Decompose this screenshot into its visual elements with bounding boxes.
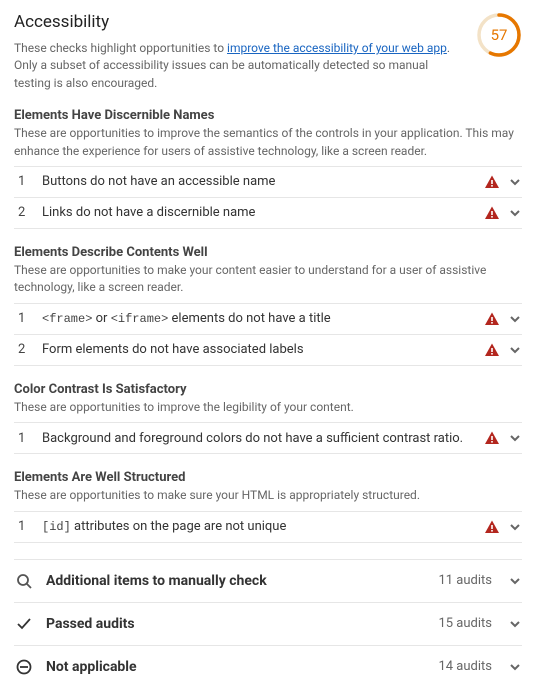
warning-icon [484,205,500,221]
chevron-down-icon [508,574,522,588]
section-description: These are opportunities to improve the l… [14,399,522,416]
item-number: 2 [14,342,42,357]
chevron-down-icon [508,343,522,357]
chevron-down-icon [508,520,522,534]
item-label: [id] attributes on the page are not uniq… [42,519,476,534]
section-description: These are opportunities to make sure you… [14,487,522,504]
warning-icon [484,342,500,358]
section-description: These are opportunities to improve the s… [14,125,522,160]
item-number: 2 [14,205,42,220]
audit-item[interactable]: 1<frame> or <iframe> elements do not hav… [14,303,522,334]
section-description: These are opportunities to make your con… [14,262,522,297]
warning-icon [484,430,500,446]
summary-label: Additional items to manually check [46,573,438,589]
page-description: These checks highlight opportunities to … [14,40,462,92]
chevron-down-icon [508,617,522,631]
warning-icon [484,311,500,327]
audit-item[interactable]: 1Buttons do not have an accessible name [14,166,522,197]
summary-row[interactable]: Additional items to manually check11 aud… [14,559,522,602]
chevron-down-icon [508,660,522,674]
na-icon [14,657,34,677]
warning-icon [484,519,500,535]
audit-item[interactable]: 1Background and foreground colors do not… [14,422,522,454]
audit-item[interactable]: 2Links do not have a discernible name [14,197,522,229]
page-title: Accessibility [14,12,462,32]
accessibility-link[interactable]: improve the accessibility of your web ap… [227,41,447,55]
item-label: Form elements do not have associated lab… [42,342,476,357]
item-number: 1 [14,431,42,446]
item-number: 1 [14,519,42,534]
section-title: Elements Have Discernible Names [14,108,522,123]
summary-row[interactable]: Passed audits15 audits [14,602,522,645]
chevron-down-icon [508,175,522,189]
chevron-down-icon [508,431,522,445]
audit-section: Elements Have Discernible Names These are… [14,108,522,229]
score-value: 57 [476,12,522,58]
summary-label: Passed audits [46,616,438,632]
item-label: Background and foreground colors do not … [42,431,476,446]
item-number: 1 [14,311,42,326]
audit-item[interactable]: 2Form elements do not have associated la… [14,334,522,366]
audit-section: Color Contrast Is Satisfactory These are … [14,382,522,454]
section-title: Elements Describe Contents Well [14,245,522,260]
audit-section: Elements Describe Contents Well These are… [14,245,522,366]
summary-row[interactable]: Not applicable14 audits [14,645,522,688]
audit-section: Elements Are Well Structured These are op… [14,470,522,542]
item-label: <frame> or <iframe> elements do not have… [42,311,476,326]
summary-label: Not applicable [46,659,438,675]
summary-count: 11 audits [438,573,492,588]
item-label: Buttons do not have an accessible name [42,174,476,189]
chevron-down-icon [508,312,522,326]
check-icon [14,614,34,634]
item-label: Links do not have a discernible name [42,205,476,220]
summary-count: 14 audits [438,659,492,674]
summary-count: 15 audits [438,616,492,631]
warning-icon [484,174,500,190]
search-icon [14,571,34,591]
section-title: Color Contrast Is Satisfactory [14,382,522,397]
section-title: Elements Are Well Structured [14,470,522,485]
score-gauge: 57 [476,12,522,58]
item-number: 1 [14,174,42,189]
chevron-down-icon [508,206,522,220]
audit-item[interactable]: 1[id] attributes on the page are not uni… [14,511,522,543]
